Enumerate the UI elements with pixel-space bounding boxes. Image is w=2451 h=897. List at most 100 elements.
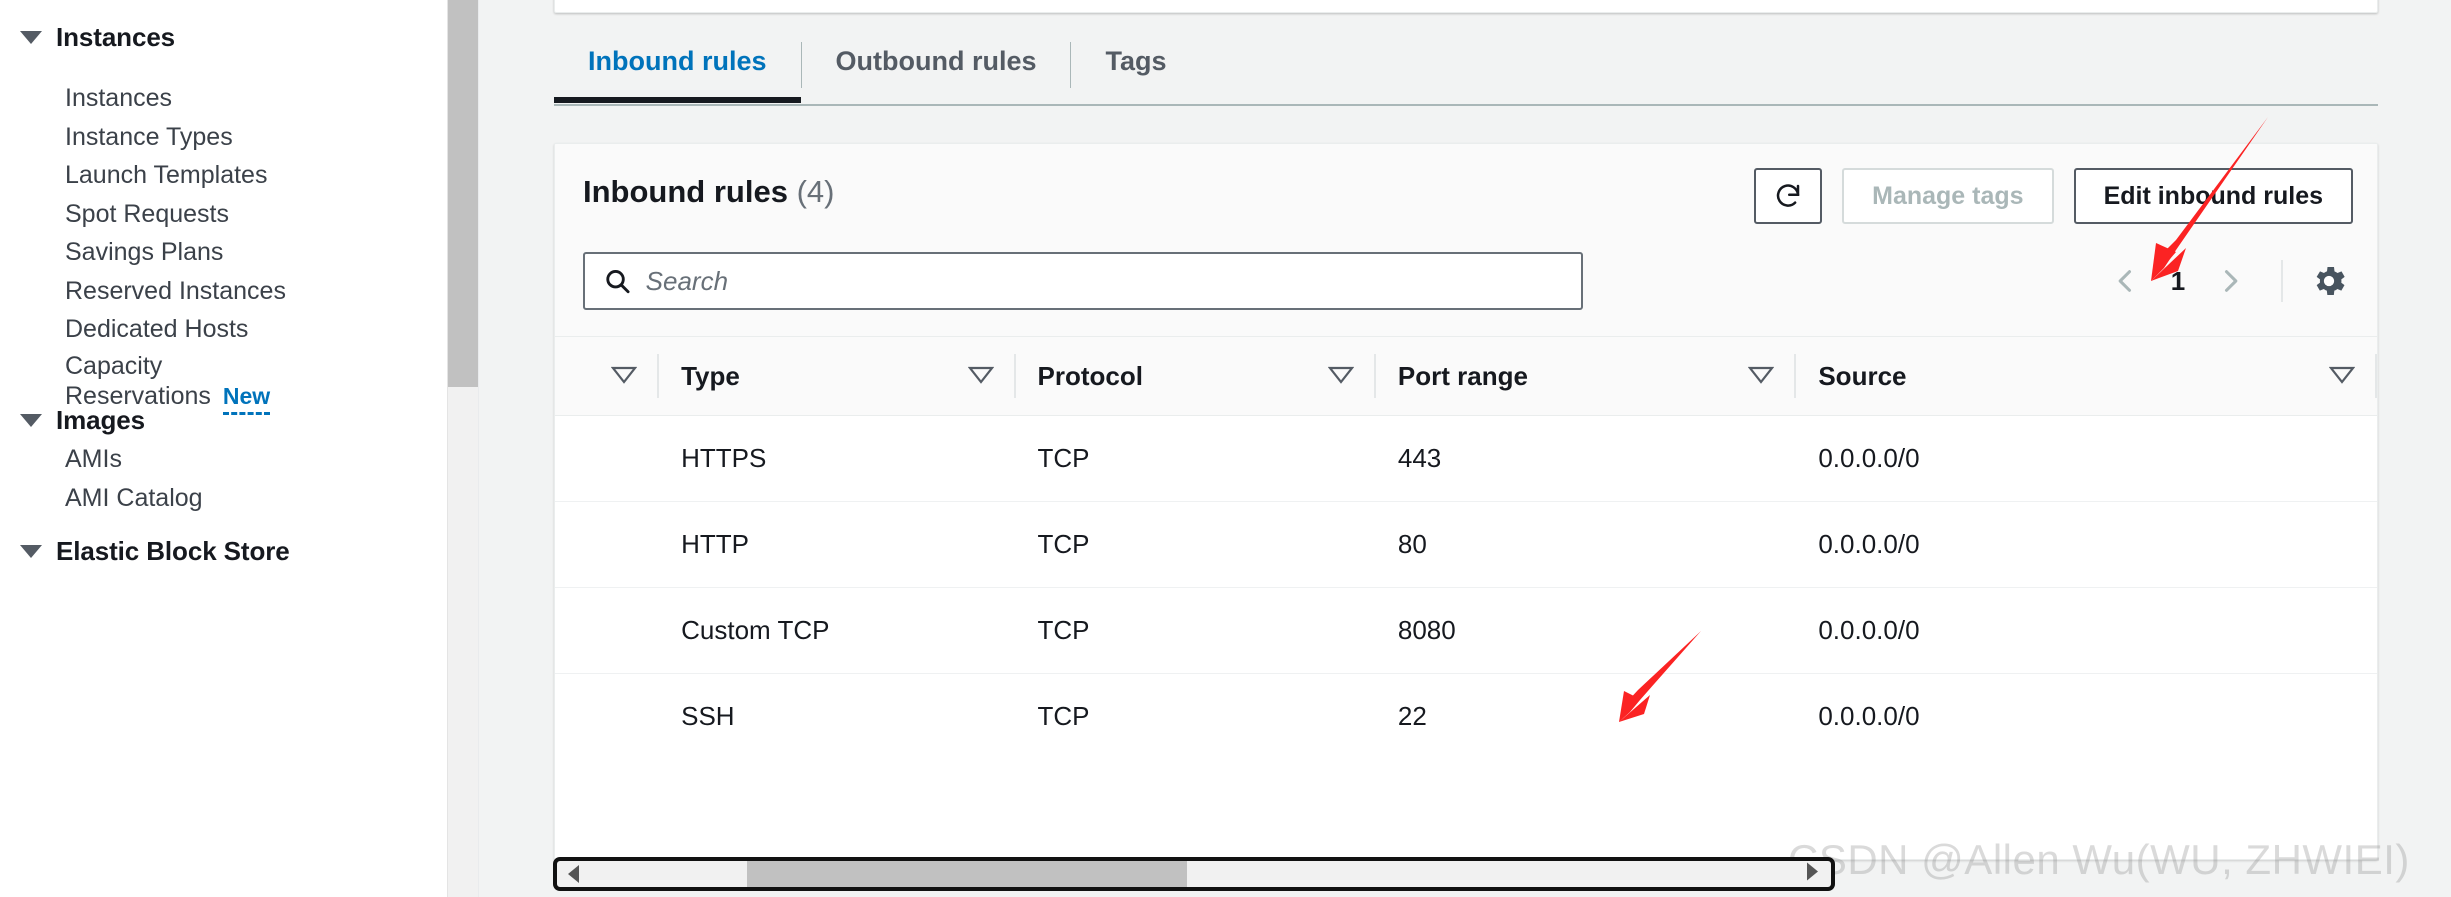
card-title: Inbound rules (4) <box>583 174 834 210</box>
table-row[interactable]: SSH TCP 22 0.0.0.0/0 <box>555 674 2377 760</box>
manage-tags-button[interactable]: Manage tags <box>1842 168 2054 224</box>
content-left-gutter <box>478 0 541 897</box>
chevron-left-icon <box>2118 270 2132 292</box>
pagination-divider <box>2281 260 2283 302</box>
pagination-next-button[interactable] <box>2201 252 2259 310</box>
th-source-label: Source <box>1818 360 1907 391</box>
edit-inbound-rules-button[interactable]: Edit inbound rules <box>2073 168 2353 224</box>
tab-tags[interactable]: Tags <box>1071 38 1200 103</box>
main-content-area: Inbound rules Outbound rules Tags Inboun… <box>541 0 2451 897</box>
table-header: Type Protocol Port range Source <box>555 336 2377 416</box>
filter-triangle-icon[interactable] <box>1748 361 1775 392</box>
table-preferences-button[interactable] <box>2305 257 2353 305</box>
search-input[interactable] <box>645 265 1563 297</box>
ec2-security-group-rules-screen: Instances Instances Instance Types Launc… <box>0 0 2451 897</box>
sidebar-item-dedicated-hosts[interactable]: Dedicated Hosts <box>65 315 248 344</box>
cell-protocol: TCP <box>1015 587 1376 674</box>
nav-group-label: Elastic Block Store <box>56 536 290 566</box>
th-select-filter <box>555 336 660 416</box>
cell-port-range: 22 <box>1397 701 1427 732</box>
row-select-cell[interactable] <box>555 501 660 588</box>
refresh-button[interactable] <box>1754 168 1823 224</box>
search-and-pagination-row: 1 <box>555 244 2377 336</box>
inbound-rules-card: Inbound rules (4) Manage tags Edit inbou… <box>554 143 2378 860</box>
cell-type: HTTPS <box>659 415 1016 502</box>
refresh-icon <box>1776 184 1800 207</box>
filter-triangle-icon[interactable] <box>610 361 638 392</box>
search-icon <box>606 270 630 294</box>
sidebar-item-instance-types[interactable]: Instance Types <box>65 123 233 152</box>
pagination-page-1[interactable]: 1 <box>2155 266 2201 297</box>
table-body: HTTPS TCP 443 0.0.0.0/0 HTTP TCP 80 0.0.… <box>555 415 2377 760</box>
tab-outbound-rules[interactable]: Outbound rules <box>802 38 1071 103</box>
chevron-down-icon <box>20 31 42 44</box>
scroll-left-arrow-icon[interactable] <box>557 863 591 885</box>
sidebar-item-savings-plans[interactable]: Savings Plans <box>65 238 223 267</box>
th-type-label: Type <box>681 360 740 391</box>
sidebar-item-capacity-reservations[interactable]: Capacity Reservations New <box>65 352 425 415</box>
cell-source: 0.0.0.0/0 <box>1796 501 2377 588</box>
chevron-down-icon <box>20 414 42 427</box>
filter-triangle-icon[interactable] <box>1327 361 1355 392</box>
th-protocol[interactable]: Protocol <box>1015 336 1376 416</box>
card-header-actions: Manage tags Edit inbound rules <box>1754 168 2353 224</box>
cell-source: 0.0.0.0/0 <box>1796 587 2377 674</box>
pagination-controls: 1 <box>2097 252 2353 310</box>
sidebar-item-ami-catalog[interactable]: AMI Catalog <box>65 484 203 513</box>
filter-triangle-icon[interactable] <box>2328 361 2356 392</box>
inbound-rules-table: Type Protocol Port range Source HTTPS TC… <box>555 336 2377 760</box>
nav-group-label: Images <box>56 405 146 435</box>
row-select-cell[interactable] <box>555 587 660 674</box>
table-row[interactable]: Custom TCP TCP 8080 0.0.0.0/0 <box>555 587 2377 674</box>
card-header: Inbound rules (4) Manage tags Edit inbou… <box>555 144 2377 244</box>
cell-protocol: TCP <box>1015 501 1376 588</box>
tab-bar-underline <box>554 104 2378 106</box>
cell-port-range: 80 <box>1375 501 1797 588</box>
sidebar-scrollbar-thumb[interactable] <box>448 0 479 387</box>
cell-port-range: 8080 <box>1375 587 1797 674</box>
nav-group-images[interactable]: Images <box>20 405 145 436</box>
table-row[interactable]: HTTPS TCP 443 0.0.0.0/0 <box>555 415 2377 502</box>
card-title-text: Inbound rules <box>583 174 788 209</box>
sidebar-item-launch-templates[interactable]: Launch Templates <box>65 161 267 190</box>
cell-port-range: 443 <box>1375 415 1797 502</box>
card-title-count: (4) <box>796 174 835 209</box>
th-port-range[interactable]: Port range <box>1375 336 1797 416</box>
chevron-down-icon <box>20 545 42 558</box>
nav-group-label: Instances <box>56 22 176 52</box>
tab-inbound-rules[interactable]: Inbound rules <box>554 38 801 103</box>
scroll-right-arrow-icon[interactable] <box>1803 861 1821 887</box>
new-badge: New <box>222 382 271 415</box>
table-header-row: Type Protocol Port range Source <box>555 336 2377 416</box>
cell-protocol: TCP <box>1037 701 1090 732</box>
th-source[interactable]: Source <box>1796 336 2377 416</box>
th-type[interactable]: Type <box>659 336 1016 416</box>
th-protocol-label: Protocol <box>1037 360 1143 391</box>
horizontal-scrollbar[interactable] <box>553 857 1835 891</box>
filter-triangle-icon[interactable] <box>967 361 994 392</box>
sidebar-item-instances[interactable]: Instances <box>65 84 172 113</box>
table-row[interactable]: HTTP TCP 80 0.0.0.0/0 <box>555 501 2377 588</box>
cell-source: 0.0.0.0/0 <box>1796 415 2377 502</box>
chevron-right-icon <box>2224 270 2238 292</box>
nav-group-elastic-block-store[interactable]: Elastic Block Store <box>20 536 290 567</box>
column-separator <box>2375 354 2377 398</box>
sidebar-item-spot-requests[interactable]: Spot Requests <box>65 200 229 229</box>
nav-group-instances[interactable]: Instances <box>20 22 175 53</box>
gear-icon <box>2316 267 2345 295</box>
sidebar-item-amis[interactable]: AMIs <box>65 445 122 474</box>
search-box[interactable] <box>583 252 1583 310</box>
th-port-range-label: Port range <box>1397 360 1528 391</box>
horizontal-scrollbar-thumb[interactable] <box>747 861 1187 887</box>
details-panel-above <box>554 0 2378 13</box>
sidebar-scrollbar-track[interactable] <box>447 0 479 897</box>
sidebar-item-reserved-instances[interactable]: Reserved Instances <box>65 277 286 306</box>
cell-protocol: TCP <box>1015 415 1376 502</box>
cell-source: 0.0.0.0/0 <box>1818 701 1920 732</box>
left-navigation-sidebar: Instances Instances Instance Types Launc… <box>0 0 447 897</box>
pagination-prev-button[interactable] <box>2097 252 2155 310</box>
row-select-cell[interactable] <box>555 415 660 502</box>
cell-type: HTTP <box>659 501 1016 588</box>
cell-type: Custom TCP <box>659 587 1016 674</box>
row-select-cell[interactable] <box>555 674 659 760</box>
